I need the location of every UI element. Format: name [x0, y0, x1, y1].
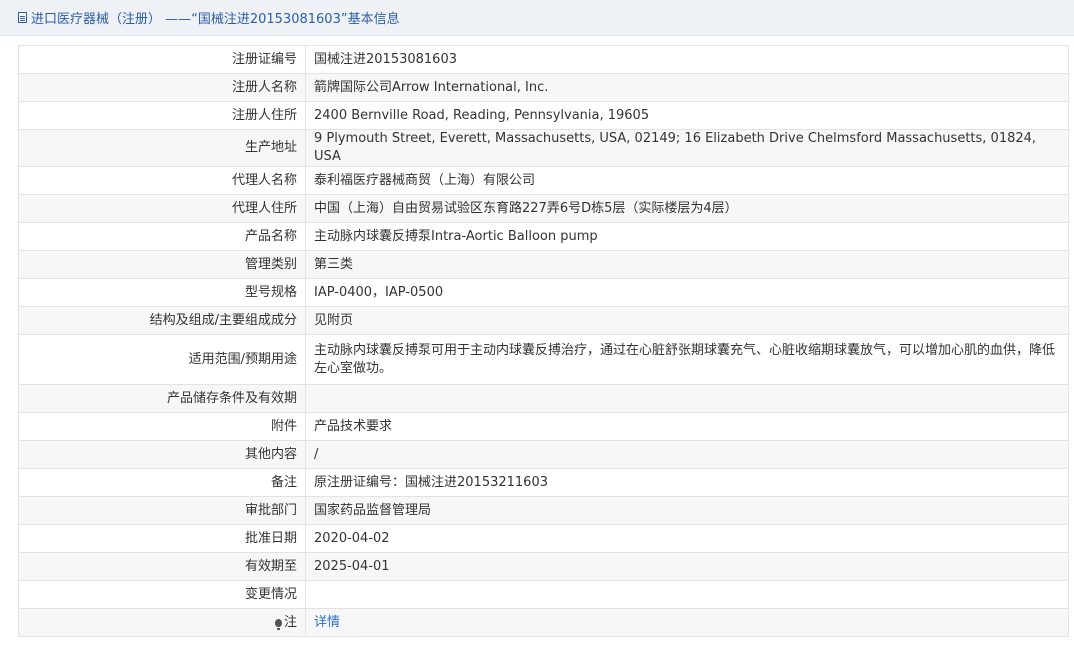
table-row: 备注 原注册证编号：国械注进20153211603: [18, 468, 1069, 497]
row-value: 国械注进20153081603: [305, 45, 1069, 74]
table-row: 生产地址 9 Plymouth Street, Everett, Massach…: [18, 129, 1069, 167]
row-value: IAP-0400，IAP-0500: [305, 278, 1069, 307]
row-value: 2025-04-01: [305, 552, 1069, 581]
info-table-container: 注册证编号 国械注进20153081603 注册人名称 箭牌国际公司Arrow …: [18, 45, 1069, 637]
row-value: 原注册证编号：国械注进20153211603: [305, 468, 1069, 497]
table-row: 产品储存条件及有效期: [18, 384, 1069, 413]
page-title: 进口医疗器械（注册） ——“国械注进20153081603”基本信息: [31, 12, 400, 27]
row-label: 审批部门: [18, 496, 306, 525]
row-label: 变更情况: [18, 580, 306, 609]
table-row: 批准日期 2020-04-02: [18, 524, 1069, 553]
row-label: 有效期至: [18, 552, 306, 581]
row-label: 批准日期: [18, 524, 306, 553]
row-value: [305, 580, 1069, 609]
table-row: 结构及组成/主要组成成分 见附页: [18, 306, 1069, 335]
row-label: 产品储存条件及有效期: [18, 384, 306, 413]
row-value: 箭牌国际公司Arrow International, Inc.: [305, 73, 1069, 102]
row-value: 主动脉内球囊反搏泵Intra-Aortic Balloon pump: [305, 222, 1069, 251]
row-label: 注册人名称: [18, 73, 306, 102]
row-value: /: [305, 440, 1069, 469]
row-value: 主动脉内球囊反搏泵可用于主动内球囊反搏治疗，通过在心脏舒张期球囊充气、心脏收缩期…: [305, 334, 1069, 385]
row-label: 备注: [18, 468, 306, 497]
row-label: 注册证编号: [18, 45, 306, 74]
row-label: 结构及组成/主要组成成分: [18, 306, 306, 335]
note-label-cell: 注: [18, 608, 306, 637]
table-row: 审批部门 国家药品监督管理局: [18, 496, 1069, 525]
table-row: 代理人名称 泰利福医疗器械商贸（上海）有限公司: [18, 166, 1069, 195]
row-value: 产品技术要求: [305, 412, 1069, 441]
row-label: 附件: [18, 412, 306, 441]
row-value: 中国（上海）自由贸易试验区东育路227弄6号D栋5层（实际楼层为4层）: [305, 194, 1069, 223]
row-label: 其他内容: [18, 440, 306, 469]
table-row: 产品名称 主动脉内球囊反搏泵Intra-Aortic Balloon pump: [18, 222, 1069, 251]
table-row: 注册人住所 2400 Bernville Road, Reading, Penn…: [18, 101, 1069, 130]
table-row: 其他内容 /: [18, 440, 1069, 469]
table-row: 注册证编号 国械注进20153081603: [18, 45, 1069, 74]
table-row: 代理人住所 中国（上海）自由贸易试验区东育路227弄6号D栋5层（实际楼层为4层…: [18, 194, 1069, 223]
row-label: 管理类别: [18, 250, 306, 279]
details-link[interactable]: 详情: [314, 615, 340, 630]
row-label: 生产地址: [18, 129, 306, 167]
table-row: 注册人名称 箭牌国际公司Arrow International, Inc.: [18, 73, 1069, 102]
lightbulb-icon: [274, 618, 282, 630]
note-label: 注: [283, 614, 297, 630]
row-label: 代理人名称: [18, 166, 306, 195]
table-row: 有效期至 2025-04-01: [18, 552, 1069, 581]
row-label: 产品名称: [18, 222, 306, 251]
note-row: 注 详情: [18, 608, 1069, 637]
row-value: 泰利福医疗器械商贸（上海）有限公司: [305, 166, 1069, 195]
row-label: 型号规格: [18, 278, 306, 307]
row-value: 第三类: [305, 250, 1069, 279]
document-icon: [18, 12, 27, 23]
row-value: 2400 Bernville Road, Reading, Pennsylvan…: [305, 101, 1069, 130]
table-row: 管理类别 第三类: [18, 250, 1069, 279]
info-table: 注册证编号 国械注进20153081603 注册人名称 箭牌国际公司Arrow …: [18, 45, 1069, 637]
row-label: 适用范围/预期用途: [18, 334, 306, 385]
row-label: 代理人住所: [18, 194, 306, 223]
row-value: 9 Plymouth Street, Everett, Massachusett…: [305, 129, 1069, 167]
page-header: 进口医疗器械（注册） ——“国械注进20153081603”基本信息: [0, 0, 1074, 36]
table-row: 型号规格 IAP-0400，IAP-0500: [18, 278, 1069, 307]
row-value: 见附页: [305, 306, 1069, 335]
row-label: 注册人住所: [18, 101, 306, 130]
table-row: 适用范围/预期用途 主动脉内球囊反搏泵可用于主动内球囊反搏治疗，通过在心脏舒张期…: [18, 334, 1069, 385]
row-value: [305, 384, 1069, 413]
row-value: 国家药品监督管理局: [305, 496, 1069, 525]
table-row: 变更情况: [18, 580, 1069, 609]
row-value: 2020-04-02: [305, 524, 1069, 553]
table-row: 附件 产品技术要求: [18, 412, 1069, 441]
note-value-cell: 详情: [305, 608, 1069, 637]
